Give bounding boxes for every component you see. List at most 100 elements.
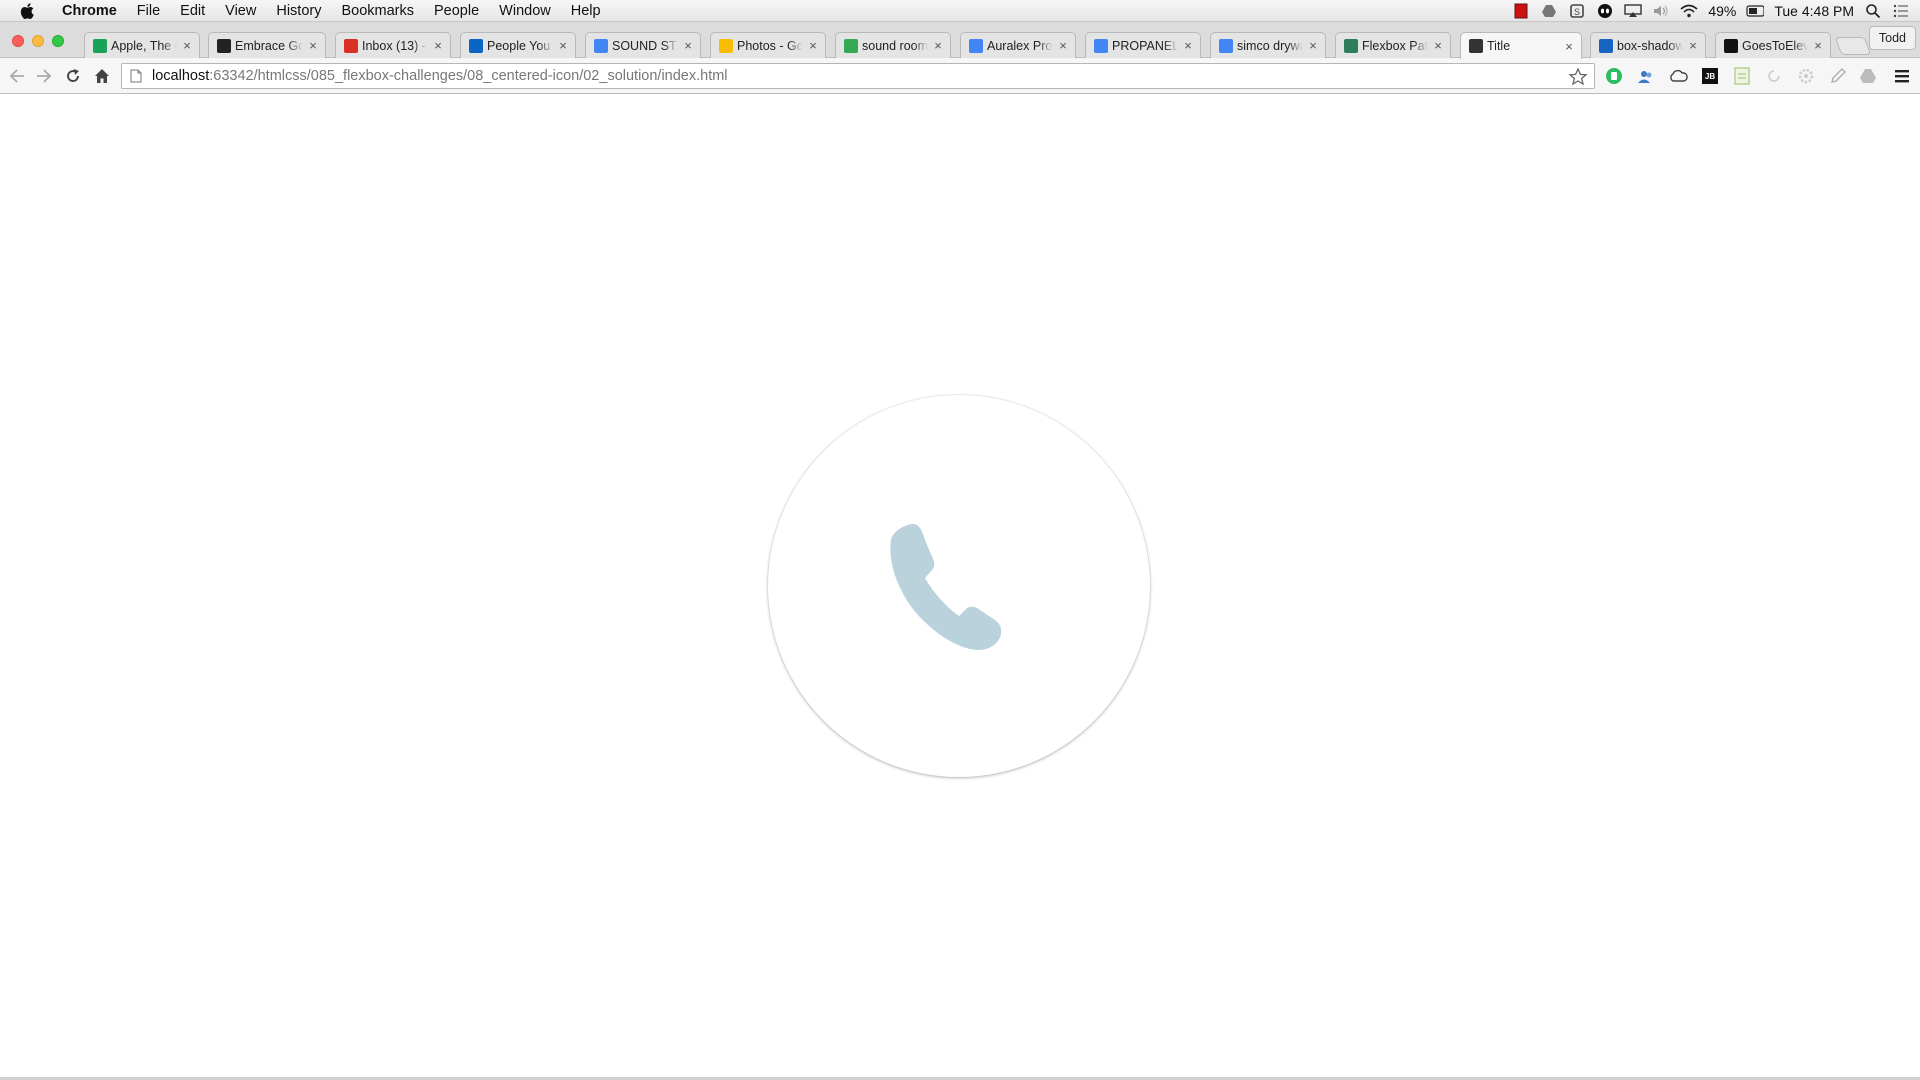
tab-close-icon[interactable]: ×	[1687, 38, 1699, 53]
macos-menu-bar: Chrome File Edit View History Bookmarks …	[0, 0, 1920, 22]
phone-icon	[890, 524, 1002, 650]
window-maximize-button[interactable]	[52, 35, 64, 47]
airplay-icon[interactable]	[1624, 3, 1643, 19]
browser-toolbar: localhost :63342/htmlcss/085_flexbox-cha…	[0, 58, 1920, 94]
tab-label: GoesToEleven	[1742, 38, 1808, 53]
tab-favicon-icon	[1599, 38, 1613, 53]
tab-close-icon[interactable]: ×	[807, 38, 819, 53]
tab-close-icon[interactable]: ×	[181, 38, 193, 53]
tab-sound-room[interactable]: sound room - ×	[835, 32, 951, 58]
reload-button[interactable]	[62, 65, 84, 87]
back-button[interactable]	[6, 65, 28, 87]
tab-close-icon[interactable]: ×	[432, 38, 444, 53]
menu-bookmarks[interactable]: Bookmarks	[331, 0, 424, 22]
tab-close-icon[interactable]: ×	[932, 38, 944, 53]
notification-center-icon[interactable]	[1892, 3, 1910, 19]
menu-view[interactable]: View	[215, 0, 266, 22]
tab-simco-drywall[interactable]: simco drywall ×	[1210, 32, 1326, 58]
tab-close-icon[interactable]: ×	[307, 38, 319, 53]
jetbrains-ext-icon[interactable]: JB	[1700, 66, 1720, 86]
gear-ext-icon[interactable]	[1796, 66, 1816, 86]
tab-strip: Apple, The Or × Embrace Go × Inbox (13) …	[0, 22, 1920, 59]
tab-close-icon[interactable]: ×	[1812, 38, 1824, 53]
sheet-ext-icon[interactable]	[1732, 66, 1752, 86]
menu-people[interactable]: People	[424, 0, 489, 22]
tab-auralex[interactable]: Auralex ProKi ×	[960, 32, 1076, 58]
people-ext-icon[interactable]	[1636, 66, 1656, 86]
evernote-icon[interactable]: S	[1568, 3, 1586, 19]
tab-close-icon[interactable]: ×	[1182, 38, 1194, 53]
menu-help[interactable]: Help	[561, 0, 611, 22]
drive-icon[interactable]	[1540, 3, 1558, 19]
tab-close-icon[interactable]: ×	[1307, 38, 1319, 53]
page-icon	[130, 69, 142, 83]
tab-photos[interactable]: Photos - Goo ×	[710, 32, 826, 58]
address-path: :63342/htmlcss/085_flexbox-challenges/08…	[209, 68, 728, 84]
tab-label: Flexbox Patte	[1362, 38, 1428, 53]
menu-window[interactable]: Window	[489, 0, 561, 22]
tab-favicon-icon	[969, 38, 983, 53]
chrome-menu-icon[interactable]	[1892, 66, 1912, 86]
tab-close-icon[interactable]: ×	[1432, 38, 1444, 53]
window-minimize-button[interactable]	[32, 35, 44, 47]
apple-icon[interactable]	[18, 1, 38, 21]
menu-file[interactable]: File	[127, 0, 170, 22]
refresh-ext-icon[interactable]	[1764, 66, 1784, 86]
tab-favicon-icon	[594, 38, 608, 53]
pencil-ext-icon[interactable]	[1828, 66, 1848, 86]
profile-button[interactable]: Todd	[1868, 26, 1916, 50]
menu-clock[interactable]: Tue 4:48 PM	[1774, 3, 1854, 19]
battery-icon[interactable]	[1746, 3, 1765, 19]
tab-label: People You M	[487, 38, 553, 53]
tab-favicon-icon	[1344, 38, 1358, 53]
tab-box-shadow[interactable]: box-shadow - ×	[1590, 32, 1706, 58]
tab-label: Embrace Go	[235, 38, 303, 53]
tab-favicon-icon	[1219, 38, 1233, 53]
tab-label: box-shadow -	[1617, 38, 1683, 53]
tab-people-you-may-know[interactable]: People You M ×	[460, 32, 576, 58]
window-close-button[interactable]	[12, 35, 24, 47]
forward-arrow-icon	[37, 69, 52, 83]
tab-title-active[interactable]: Title ×	[1460, 32, 1582, 59]
tab-label: Apple, The Or	[111, 38, 177, 53]
reload-icon	[67, 69, 79, 82]
tab-flexbox-patterns[interactable]: Flexbox Patte ×	[1335, 32, 1451, 58]
tab-goestoeleven[interactable]: GoesToEleven ×	[1715, 32, 1831, 58]
forward-button[interactable]	[33, 65, 55, 87]
bookmark-star-icon[interactable]	[1568, 67, 1588, 87]
battery-percent: 49%	[1708, 3, 1737, 19]
tab-propanel[interactable]: PROPANEL P ×	[1085, 32, 1201, 58]
tab-embrace[interactable]: Embrace Go ×	[208, 32, 326, 58]
tab-favicon-icon	[93, 38, 107, 53]
tab-favicon-icon	[217, 38, 231, 53]
red-square-icon[interactable]	[1512, 3, 1530, 19]
tab-close-icon[interactable]: ×	[682, 38, 694, 53]
volume-icon[interactable]	[1652, 3, 1670, 19]
menu-edit[interactable]: Edit	[170, 0, 215, 22]
svg-text:S: S	[1574, 7, 1580, 17]
tab-label: SOUND STUD	[612, 38, 678, 53]
new-tab-button[interactable]	[1834, 37, 1872, 55]
cloud-ext-icon[interactable]	[1668, 66, 1688, 86]
tab-label: Inbox (13) - to	[362, 38, 428, 53]
menu-history[interactable]: History	[266, 0, 331, 22]
tab-close-icon[interactable]: ×	[1563, 39, 1575, 54]
tab-label: simco drywall	[1237, 38, 1303, 53]
tab-sound-studio[interactable]: SOUND STUD ×	[585, 32, 701, 58]
tab-favicon-icon	[469, 38, 483, 53]
alien-icon[interactable]	[1596, 3, 1614, 19]
evernote-ext-icon[interactable]	[1604, 66, 1624, 86]
tab-close-icon[interactable]: ×	[1057, 38, 1069, 53]
spotlight-search-icon[interactable]	[1864, 3, 1882, 19]
menu-app-name[interactable]: Chrome	[52, 0, 127, 22]
tab-close-icon[interactable]: ×	[557, 38, 569, 53]
svg-text:JB: JB	[1705, 72, 1715, 81]
address-bar[interactable]: localhost :63342/htmlcss/085_flexbox-cha…	[121, 63, 1595, 89]
home-button[interactable]	[91, 65, 113, 87]
tab-apple[interactable]: Apple, The Or ×	[84, 32, 200, 58]
tab-inbox[interactable]: Inbox (13) - to ×	[335, 32, 451, 58]
wifi-icon[interactable]	[1680, 3, 1698, 19]
address-host: localhost	[152, 68, 210, 84]
icon-circle	[768, 395, 1150, 777]
drive-ext-icon[interactable]	[1858, 66, 1878, 86]
